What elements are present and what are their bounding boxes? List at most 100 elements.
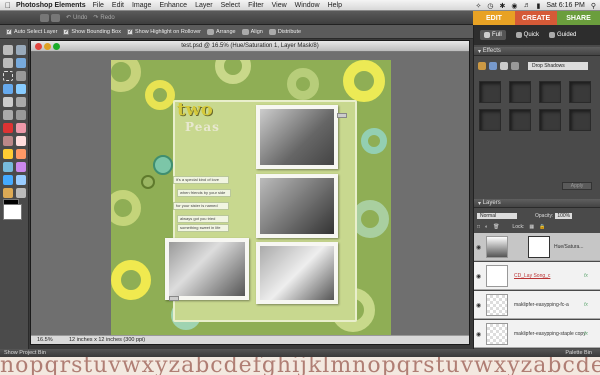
canvas[interactable]: two Peas it's a special kind of love whe…: [111, 60, 391, 340]
eraser-tool-icon[interactable]: [16, 136, 26, 146]
show-highlight-checkbox[interactable]: ✓ Show Highlight on Rollover: [126, 28, 201, 35]
document-size[interactable]: 12 inches x 12 inches (300 ppi): [69, 337, 145, 343]
menu-edit[interactable]: Edit: [112, 2, 124, 9]
filters-icon[interactable]: [478, 62, 486, 70]
auto-select-checkbox[interactable]: ✓ Auto Select Layer: [6, 28, 57, 35]
clock[interactable]: Sat 6:16 PM: [546, 2, 585, 9]
arrange-button[interactable]: Arrange: [207, 28, 236, 35]
blur-tool-icon[interactable]: [16, 175, 26, 185]
menu-app-name[interactable]: Photoshop Elements: [16, 2, 86, 9]
new-icon[interactable]: [40, 13, 49, 22]
magic-wand-tool-icon[interactable]: [3, 84, 13, 94]
distribute-button[interactable]: Distribute: [268, 28, 301, 35]
photo-4[interactable]: [256, 242, 338, 304]
layer-row[interactable]: ◉ maklipfer-easypping-staple copy fx: [474, 320, 600, 348]
lasso-tool-icon[interactable]: [16, 71, 26, 81]
layer-styles-icon[interactable]: [489, 62, 497, 70]
bluetooth-icon[interactable]: ✱: [499, 2, 505, 10]
redo-button[interactable]: ↷ Redo: [93, 14, 114, 22]
script-icon[interactable]: ✧: [476, 2, 482, 10]
gradient-tool-icon[interactable]: [16, 162, 26, 172]
undo-button[interactable]: ↶ Undo: [66, 14, 87, 22]
tab-share[interactable]: SHARE: [557, 11, 600, 25]
type-tool-icon[interactable]: [3, 97, 13, 107]
menu-help[interactable]: Help: [328, 2, 342, 9]
effect-thumbnail[interactable]: [569, 109, 591, 131]
layer-row[interactable]: ◉ maklipfer-easypping-fc-a fx: [474, 291, 600, 319]
menu-window[interactable]: Window: [295, 2, 320, 9]
eyedropper-tool-icon[interactable]: [16, 58, 26, 68]
blend-mode-dropdown[interactable]: Normal: [477, 212, 517, 219]
paint-bucket-tool-icon[interactable]: [3, 162, 13, 172]
effect-thumbnail[interactable]: [539, 81, 561, 103]
lock-transparency-icon[interactable]: ▦: [529, 224, 534, 230]
battery-icon[interactable]: ▮: [536, 2, 540, 10]
eye-icon[interactable]: ◉: [476, 273, 481, 280]
move-tool-icon[interactable]: [3, 45, 13, 55]
effect-thumbnail[interactable]: [479, 109, 501, 131]
effect-thumbnail[interactable]: [509, 81, 531, 103]
effect-thumbnail[interactable]: [479, 81, 501, 103]
minimize-icon[interactable]: [44, 43, 51, 50]
spotlight-icon[interactable]: ⚲: [591, 2, 596, 10]
tab-edit[interactable]: EDIT: [473, 11, 515, 25]
close-icon[interactable]: [35, 43, 42, 50]
healing-brush-tool-icon[interactable]: [16, 123, 26, 133]
eye-icon[interactable]: ◉: [476, 302, 481, 309]
all-effects-icon[interactable]: [511, 62, 519, 70]
crop-tool-icon[interactable]: [16, 97, 26, 107]
clone-stamp-tool-icon[interactable]: [3, 136, 13, 146]
layers-panel-header[interactable]: ▾ Layers: [474, 199, 600, 208]
photo-2[interactable]: [256, 174, 338, 238]
menu-enhance[interactable]: Enhance: [159, 2, 187, 9]
menu-image[interactable]: Image: [132, 2, 151, 9]
maximize-icon[interactable]: [53, 43, 60, 50]
adjustment-layer-icon[interactable]: ◐: [485, 224, 488, 230]
quick-edit-button[interactable]: Quick: [515, 32, 539, 38]
marquee-tool-icon[interactable]: [3, 71, 13, 81]
sharpen-tool-icon[interactable]: [16, 188, 26, 198]
menu-layer[interactable]: Layer: [195, 2, 213, 9]
opacity-field[interactable]: 100%: [555, 212, 573, 219]
tab-create[interactable]: CREATE: [515, 11, 557, 25]
selection-brush-tool-icon[interactable]: [16, 84, 26, 94]
photo-effects-icon[interactable]: [500, 62, 508, 70]
sponge-tool-icon[interactable]: [3, 188, 13, 198]
effect-thumbnail[interactable]: [539, 109, 561, 131]
align-button[interactable]: Align: [241, 28, 263, 35]
layer-row[interactable]: ◉ Hue/Satura...: [474, 233, 600, 261]
cookie-cutter-tool-icon[interactable]: [3, 110, 13, 120]
lock-all-icon[interactable]: 🔒: [539, 224, 545, 230]
layer-style-badge[interactable]: fx: [584, 273, 588, 279]
menu-filter[interactable]: Filter: [248, 2, 264, 9]
brush-tool-icon[interactable]: [3, 149, 13, 159]
red-eye-tool-icon[interactable]: [3, 123, 13, 133]
zoom-tool-icon[interactable]: [16, 45, 26, 55]
new-layer-icon[interactable]: □: [477, 224, 480, 230]
open-icon[interactable]: [51, 13, 60, 22]
palette-bin-button[interactable]: Palette Bin: [565, 350, 592, 356]
guided-edit-button[interactable]: Guided: [549, 32, 576, 38]
straighten-tool-icon[interactable]: [16, 110, 26, 120]
delete-layer-icon[interactable]: 🗑: [493, 224, 499, 230]
effects-panel-header[interactable]: ▾ Effects: [474, 47, 600, 56]
effect-thumbnail[interactable]: [509, 109, 531, 131]
menu-select[interactable]: Select: [221, 2, 240, 9]
zoom-level[interactable]: 16.5%: [37, 337, 63, 343]
menu-file[interactable]: File: [93, 2, 104, 9]
eye-icon[interactable]: ◉: [476, 331, 481, 338]
smart-brush-tool-icon[interactable]: [16, 149, 26, 159]
layer-mask-thumbnail[interactable]: [528, 236, 550, 258]
show-project-bin-button[interactable]: Show Project Bin: [4, 350, 46, 356]
effect-thumbnail[interactable]: [569, 81, 591, 103]
menu-view[interactable]: View: [272, 2, 287, 9]
apply-button[interactable]: Apply: [562, 182, 592, 190]
layer-style-badge[interactable]: fx: [584, 302, 588, 308]
layer-row[interactable]: ◉ CD_Lay Song_c fx: [474, 262, 600, 290]
full-edit-button[interactable]: Full: [480, 30, 506, 40]
apple-menu-icon[interactable]: : [0, 1, 16, 10]
background-color-swatch[interactable]: [3, 204, 22, 220]
time-machine-icon[interactable]: ◷: [487, 2, 493, 10]
shape-tool-icon[interactable]: [3, 175, 13, 185]
eye-icon[interactable]: ◉: [476, 244, 481, 251]
